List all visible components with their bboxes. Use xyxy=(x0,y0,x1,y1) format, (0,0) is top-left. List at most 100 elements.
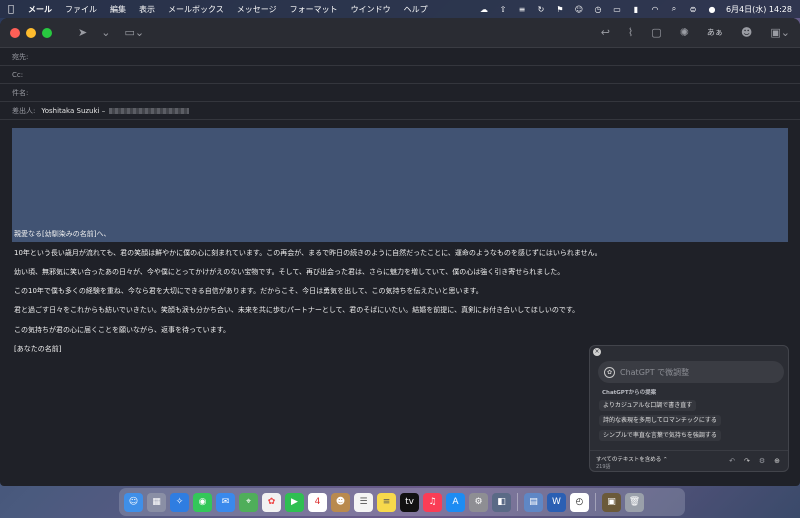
safari-icon[interactable]: ✧ xyxy=(170,492,189,512)
downloads-folder-icon[interactable]: ▣ xyxy=(602,492,621,512)
body-line: 親愛なる[幼馴染みの名前]へ、 xyxy=(14,230,111,238)
sync-icon[interactable]: ↻ xyxy=(536,4,546,14)
attachment-icon[interactable]: ⌇ xyxy=(628,26,633,39)
flag-icon[interactable]: ⚑ xyxy=(555,4,565,14)
chatgpt-panel: × ✿ ChatGPT で微調整 ChatGPTからの提案 よりカジュアルな口調… xyxy=(589,345,789,472)
menu-clock[interactable]: 6月4日(水) 14:28 xyxy=(726,4,792,15)
to-row[interactable]: 宛先: xyxy=(0,48,800,66)
from-row[interactable]: 差出人: Yoshitaka Suzuki – xyxy=(0,102,800,120)
messages-icon[interactable]: ◉ xyxy=(193,492,212,512)
dock: ☺ ▦ ✧ ◉ ✉ ⌖ ✿ ▶ 4 ☻ ☰ ≡ tv ♫ A ⚙ ◧ ▤ W ◴… xyxy=(119,488,685,516)
control-center-icon[interactable]: ⊜ xyxy=(688,4,698,14)
dock-separator xyxy=(517,493,518,511)
app-store-icon[interactable]: A xyxy=(446,492,465,512)
suggestion-poetic[interactable]: 詩的な表現を多用してロマンチックにする xyxy=(599,415,721,426)
subject-row[interactable]: 件名: xyxy=(0,84,800,102)
body-line: [あなたの名前] xyxy=(14,345,62,353)
close-window-button[interactable] xyxy=(10,27,20,38)
cc-label: Cc: xyxy=(12,70,24,79)
ai-sparkle-icon[interactable]: ✺ xyxy=(680,26,689,39)
clock-icon[interactable]: ◴ xyxy=(570,492,589,512)
smile-icon[interactable]: ☺ xyxy=(574,4,584,14)
menu-window[interactable]: ウインドウ xyxy=(351,4,391,15)
subject-label: 件名: xyxy=(12,88,29,97)
system-settings-icon[interactable]: ⚙ xyxy=(469,492,488,512)
include-all-text-toggle[interactable]: すべてのテキストを含める ⌃ xyxy=(596,455,668,463)
close-icon[interactable]: × xyxy=(593,348,601,356)
maps-icon[interactable]: ⌖ xyxy=(239,492,258,512)
chatgpt-logo-icon: ✿ xyxy=(604,366,615,378)
suggestions-title: ChatGPTからの提案 xyxy=(602,390,657,396)
notes-icon[interactable]: ≡ xyxy=(377,492,396,512)
text-selection-highlight xyxy=(12,128,788,242)
apple-icon[interactable]:  xyxy=(8,4,18,15)
trash-icon[interactable]: 🗑 xyxy=(625,492,644,512)
from-value[interactable]: Yoshitaka Suzuki – xyxy=(41,107,105,115)
search-icon[interactable]: ⌕ xyxy=(669,4,679,14)
menu-file[interactable]: ファイル xyxy=(65,4,97,15)
from-label: 差出人: xyxy=(12,106,36,115)
body-line: 幼い頃、無邪気に笑い合ったあの日々が、今や僕にとってかけがえのない宝物です。そし… xyxy=(14,268,565,276)
word-icon[interactable]: W xyxy=(547,492,566,512)
menu-help[interactable]: ヘルプ xyxy=(404,4,428,15)
cc-row[interactable]: Cc: xyxy=(0,66,800,84)
chevron-down-icon[interactable]: ⌄ xyxy=(101,26,110,39)
history-icon[interactable]: ◷ xyxy=(593,4,603,14)
format-text-button[interactable]: あぁ xyxy=(707,27,723,38)
facetime-icon[interactable]: ▶ xyxy=(285,492,304,512)
dock-separator xyxy=(595,493,596,511)
mail-icon[interactable]: ✉ xyxy=(216,492,235,512)
to-label: 宛先: xyxy=(12,52,29,61)
preview-icon[interactable]: ▤ xyxy=(524,492,543,512)
add-icon[interactable]: ⊕ xyxy=(774,457,780,465)
menu-edit[interactable]: 編集 xyxy=(110,4,126,15)
menu-mailbox[interactable]: メールボックス xyxy=(168,4,224,15)
menu-app-mail[interactable]: メール xyxy=(28,4,52,15)
compose-toolbar: ➤ ⌄ ▭⌄ ↩ ⌇ ▢ ✺ あぁ ☻ ▣⌄ xyxy=(0,18,800,48)
window-controls xyxy=(10,27,52,38)
word-count: 219語 xyxy=(596,464,611,470)
contacts-icon[interactable]: ☻ xyxy=(331,492,350,512)
photo-browser-icon[interactable]: ▢ xyxy=(651,26,661,39)
chatgpt-footer: すべてのテキストを含める ⌃ 219語 ↶ ↷ ⚙ ⊕ xyxy=(590,450,788,472)
photos-icon[interactable]: ✿ xyxy=(262,492,281,512)
screen-sharing-icon[interactable]: ◧ xyxy=(492,492,511,512)
body-line: この10年で僕も多くの経験を重ね、今なら君を大切にできる自信があります。だからこ… xyxy=(14,287,483,295)
body-line: 10年という長い歳月が流れても、君の笑顔は鮮やかに僕の心に刻まれています。この再… xyxy=(14,249,602,257)
upload-cloud-icon[interactable]: ⇧ xyxy=(498,4,508,14)
message-body[interactable]: 親愛なる[幼馴染みの名前]へ、 10年という長い歳月が流れても、君の笑顔は鮮やか… xyxy=(0,120,800,353)
zoom-window-button[interactable] xyxy=(42,27,52,38)
header-fields-icon[interactable]: ▭⌄ xyxy=(124,26,144,39)
emoji-icon[interactable]: ☻ xyxy=(741,26,752,39)
suggestion-simple[interactable]: シンプルで率直な言葉で気持ちを強調する xyxy=(599,430,721,441)
send-icon[interactable]: ➤ xyxy=(78,26,87,39)
menu-message[interactable]: メッセージ xyxy=(237,4,277,15)
reply-icon[interactable]: ↩ xyxy=(601,26,610,39)
photo-icon[interactable]: ▣⌄ xyxy=(770,26,790,39)
user-icon[interactable]: ● xyxy=(707,4,717,14)
sliders-icon[interactable]: ≡ xyxy=(517,4,527,14)
finder-icon[interactable]: ☺ xyxy=(124,492,143,512)
menu-format[interactable]: フォーマット xyxy=(290,4,338,15)
menu-bar:  メール ファイル 編集 表示 メールボックス メッセージ フォーマット ウイ… xyxy=(0,0,800,18)
reminders-icon[interactable]: ☰ xyxy=(354,492,373,512)
undo-icon[interactable]: ↶ xyxy=(729,457,735,465)
minimize-window-button[interactable] xyxy=(26,27,36,38)
chatgpt-refine-input[interactable]: ✿ ChatGPT で微調整 xyxy=(598,361,784,383)
music-icon[interactable]: ♫ xyxy=(423,492,442,512)
menu-view[interactable]: 表示 xyxy=(139,4,155,15)
calendar-icon[interactable]: 4 xyxy=(308,492,327,512)
body-line: 君と過ごす日々をこれからも紡いでいきたい。笑顔も涙も分かち合い、未来を共に歩むパ… xyxy=(14,306,580,314)
apple-tv-icon[interactable]: tv xyxy=(400,492,419,512)
settings-icon[interactable]: ⚙ xyxy=(759,457,765,465)
body-line: この気持ちが君の心に届くことを願いながら、返事を待っています。 xyxy=(14,326,230,334)
cloud-icon[interactable]: ☁ xyxy=(479,4,489,14)
display-icon[interactable]: ▭ xyxy=(612,4,622,14)
launchpad-icon[interactable]: ▦ xyxy=(147,492,166,512)
battery-icon[interactable]: ▮ xyxy=(631,4,641,14)
redacted-email xyxy=(109,107,190,114)
suggestion-casual[interactable]: よりカジュアルな口調で書き直す xyxy=(599,400,697,411)
wifi-icon[interactable]: ◠ xyxy=(650,4,660,14)
redo-icon[interactable]: ↷ xyxy=(744,457,750,465)
chatgpt-input-placeholder: ChatGPT で微調整 xyxy=(620,367,690,377)
